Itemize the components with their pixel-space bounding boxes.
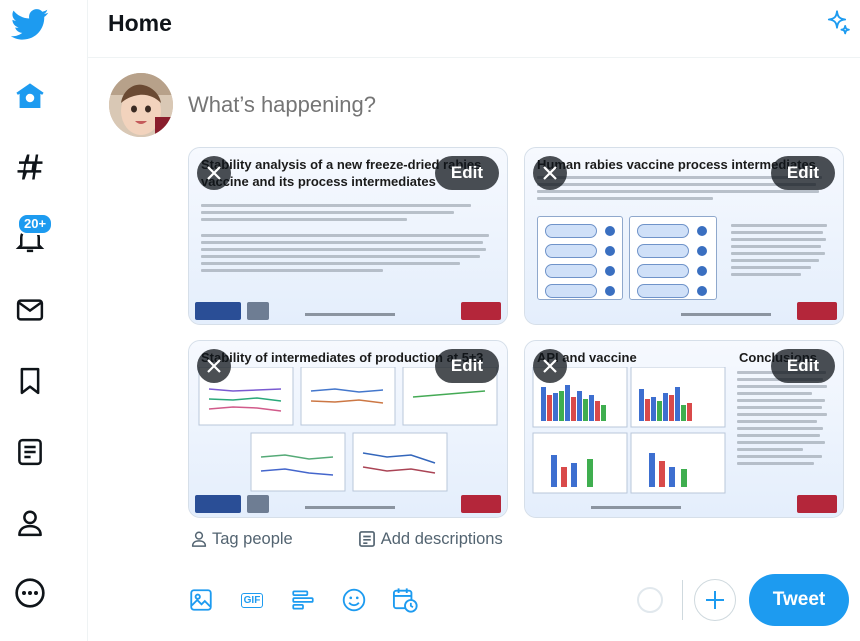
description-icon [358,531,375,547]
hashtag-icon[interactable] [5,142,55,192]
close-icon [207,359,221,373]
notification-badge: 20+ [17,213,54,235]
twitter-logo-icon[interactable] [5,0,55,50]
plus-icon [706,591,724,609]
nav-rail: 20+ [0,0,60,641]
person-icon[interactable] [5,498,55,548]
edit-media-button[interactable]: Edit [770,349,835,383]
close-icon [543,166,557,180]
person-icon [191,531,207,547]
bookmark-icon[interactable] [5,356,55,406]
tweet-button[interactable]: Tweet [749,574,849,626]
add-tweet-button[interactable] [694,579,736,621]
sparkle-icon[interactable] [820,6,854,40]
add-descriptions-button[interactable]: Add descriptions [357,529,503,549]
edit-media-button[interactable]: Edit [434,349,499,383]
emoji-icon[interactable] [335,581,373,619]
add-descriptions-label: Add descriptions [380,529,503,548]
edit-media-button[interactable]: Edit [770,156,835,190]
media-item-2[interactable]: Human rabies vaccine process intermediat… [524,147,844,325]
page-header: Home [88,0,860,58]
toolbar-divider [682,580,683,620]
tag-people-label: Tag people [212,529,293,548]
image-icon[interactable] [182,581,220,619]
list-icon[interactable] [5,427,55,477]
media-meta-row: Tag people Add descriptions [190,527,503,551]
compose-toolbar: GIF [182,580,437,620]
media-item-1[interactable]: Stability analysis of a new freeze-dried… [188,147,508,325]
home-icon[interactable] [5,71,55,121]
mini-line-charts [198,367,498,492]
media-item-3[interactable]: Stability of intermediates of production… [188,340,508,518]
poll-icon[interactable] [284,581,322,619]
gif-icon[interactable]: GIF [233,581,271,619]
remove-media-button[interactable] [197,156,231,190]
tag-people-button[interactable]: Tag people [190,530,293,549]
close-icon [543,359,557,373]
edit-media-button[interactable]: Edit [434,156,499,190]
remove-media-button[interactable] [533,349,567,383]
more-icon[interactable] [5,568,55,618]
envelope-icon[interactable] [5,285,55,335]
mini-bar-charts [532,367,726,494]
avatar[interactable] [109,73,173,137]
media-item-4[interactable]: API and vaccine stability Conclusions [524,340,844,518]
page-title: Home [108,10,172,36]
compose-input[interactable] [188,90,688,120]
close-icon [207,166,221,180]
media-grid: Stability analysis of a new freeze-dried… [188,147,848,518]
remove-media-button[interactable] [533,156,567,190]
schedule-icon[interactable] [386,581,424,619]
character-count-ring [637,587,663,613]
remove-media-button[interactable] [197,349,231,383]
